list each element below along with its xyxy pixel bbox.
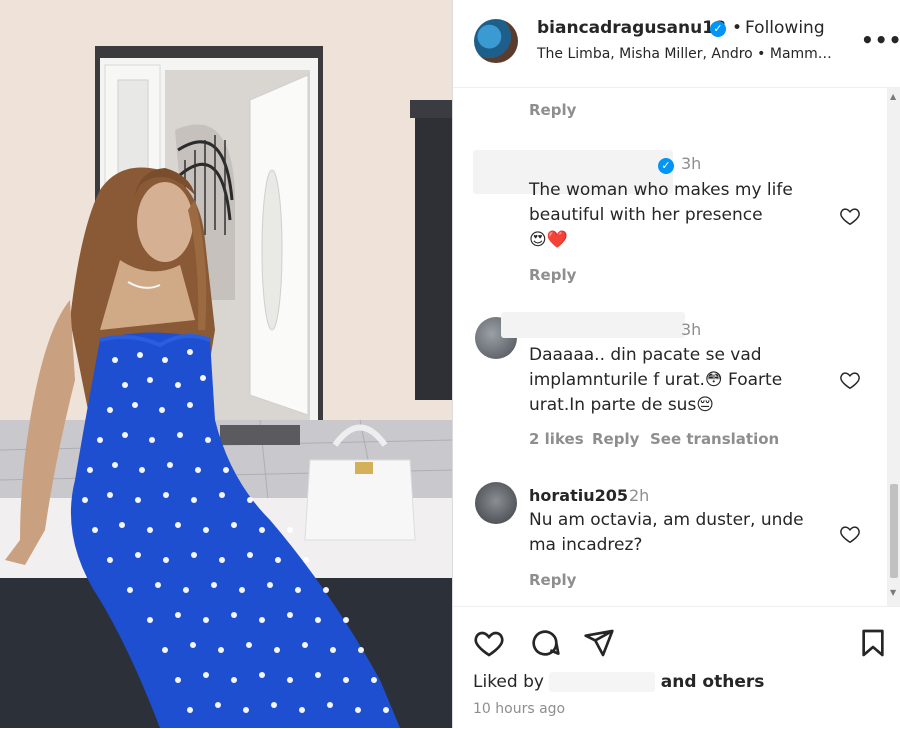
bookmark-icon[interactable] [857, 627, 889, 659]
comment-text: Daaaaa.. din pacate se vad implamnturile… [529, 343, 829, 418]
comment-icon[interactable] [529, 627, 561, 659]
heart-icon[interactable] [473, 627, 505, 659]
verified-badge-icon: ✓ [658, 158, 674, 174]
comment-text-line: ma incadrez? [529, 535, 643, 555]
more-options-icon[interactable]: ••• [861, 28, 900, 52]
comment-text-line: 😍❤️ [529, 230, 568, 250]
comment-time: 2h [629, 486, 650, 505]
liked-by-prefix: Liked by [473, 672, 544, 692]
liked-by-others-link[interactable]: and others [661, 672, 765, 692]
scrollbar-thumb[interactable] [890, 484, 898, 578]
post-header: biancadragusanu18 ✓ • Following The Limb… [453, 0, 900, 88]
comment-time: 3h [681, 320, 702, 339]
liked-by-summary: Liked by and others [473, 672, 764, 692]
music-info-link[interactable]: The Limba, Misha Miller, Andro • Mamm… [537, 46, 832, 62]
verified-badge-icon: ✓ [710, 21, 726, 37]
heart-icon[interactable] [839, 369, 861, 391]
reply-button[interactable]: Reply [529, 101, 576, 119]
post-timestamp: 10 hours ago [473, 701, 566, 717]
comments-scrollbar[interactable]: ▲ ▼ [887, 88, 900, 606]
comment-text-line: Daaaaa.. din pacate se vad [529, 345, 762, 365]
post-side-panel: biancadragusanu18 ✓ • Following The Limb… [452, 0, 900, 728]
comment-text-line: The woman who makes my life [529, 180, 793, 200]
scroll-up-arrow-icon[interactable]: ▲ [890, 92, 896, 101]
commenter-avatar[interactable] [475, 482, 517, 524]
author-username[interactable]: biancadragusanu18 [537, 18, 726, 38]
comment-time: 3h [681, 154, 702, 173]
see-translation-button[interactable]: See translation [650, 430, 779, 448]
following-button[interactable]: Following [745, 18, 825, 38]
likes-count[interactable]: 2 likes [529, 430, 584, 448]
heart-icon[interactable] [839, 205, 861, 227]
comments-list[interactable]: Reply ✓ 3h The woman who makes my life b… [453, 88, 900, 606]
redacted-username [549, 672, 656, 692]
comment-text-line: Nu am octavia, am duster, unde [529, 510, 804, 530]
post-photo[interactable] [0, 0, 452, 728]
comment-text: Nu am octavia, am duster, unde ma incadr… [529, 508, 829, 558]
heart-icon[interactable] [839, 523, 861, 545]
author-avatar[interactable] [474, 19, 518, 63]
reply-button[interactable]: Reply [592, 430, 639, 448]
reply-button[interactable]: Reply [529, 266, 576, 284]
comment-text: The woman who makes my life beautiful wi… [529, 178, 829, 253]
redacted-username [501, 312, 685, 338]
reply-button[interactable]: Reply [529, 571, 576, 589]
share-icon[interactable] [583, 627, 615, 659]
comment-text-line: urat.In parte de sus😔 [529, 395, 715, 415]
comment-text-line: beautiful with her presence [529, 205, 763, 225]
scroll-down-arrow-icon[interactable]: ▼ [890, 588, 896, 597]
comment-text-line: implamnturile f urat.😳 Foarte [529, 370, 783, 390]
commenter-username[interactable]: horatiu205 [529, 486, 628, 505]
header-separator: • [732, 18, 743, 38]
